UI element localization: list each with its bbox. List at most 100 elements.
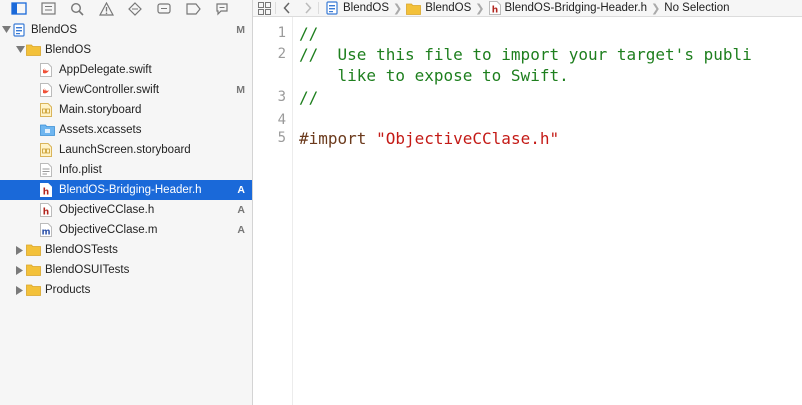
line-number: 5: [277, 130, 286, 146]
project-navigator-icon[interactable]: [10, 1, 28, 16]
navigator-item[interactable]: m ObjectiveCClase.m A: [0, 220, 252, 240]
header-file-icon: h: [40, 183, 54, 198]
svg-text:h: h: [491, 6, 497, 16]
navigator-item-label: BlendOS: [45, 44, 92, 56]
disclosure-closed-icon[interactable]: [15, 285, 25, 295]
navigator-item[interactable]: Products: [0, 280, 252, 300]
source-control-status-badge: M: [236, 84, 245, 96]
symbol-navigator-icon[interactable]: [39, 1, 57, 16]
navigator-item-label: Products: [45, 284, 91, 296]
comment-text: // Use this file to import your target's…: [299, 45, 752, 64]
line-number: 2: [277, 46, 286, 62]
related-items-icon[interactable]: [253, 1, 275, 15]
breadcrumb-label: BlendOS-Bridging-Header.h: [504, 2, 648, 14]
svg-text:h: h: [43, 208, 49, 218]
line-number: 1: [277, 25, 286, 41]
breadcrumb-separator-icon: ❯: [475, 2, 485, 15]
navigator-item-label: Info.plist: [59, 164, 102, 176]
disclosure-closed-icon[interactable]: [15, 245, 25, 255]
folder-icon: [26, 263, 41, 277]
asset-catalog-icon: [40, 123, 55, 137]
disclosure-open-icon[interactable]: [1, 25, 11, 35]
issue-navigator-icon[interactable]: [97, 1, 115, 16]
comment-text: //: [299, 24, 319, 43]
code-line[interactable]: //: [299, 88, 318, 107]
breadcrumb: BlendOS ❯ BlendOS ❯ h BlendOS-Bridging-Header…: [319, 1, 730, 15]
navigator-item-label: BlendOSTests: [45, 244, 118, 256]
breadcrumb-item[interactable]: BlendOS: [406, 2, 471, 15]
folder-icon: [26, 43, 41, 57]
file-tree: BlendOS M BlendOS AppDelegate.swift ViewCont…: [0, 20, 252, 300]
disclosure-open-icon[interactable]: [15, 45, 25, 55]
code-line[interactable]: //: [299, 24, 318, 43]
breakpoint-navigator-icon[interactable]: [184, 1, 202, 16]
breadcrumb-item[interactable]: h BlendOS-Bridging-Header.h: [488, 1, 648, 16]
breadcrumb-separator-icon: ❯: [393, 2, 403, 15]
navigator-item[interactable]: AppDelegate.swift: [0, 60, 252, 80]
disclosure-closed-icon[interactable]: [15, 265, 25, 275]
project-navigator: BlendOS M BlendOS AppDelegate.swift ViewCont…: [0, 0, 253, 405]
breadcrumb-item[interactable]: No Selection: [664, 2, 729, 14]
forward-button[interactable]: [297, 2, 319, 14]
comment-text: //: [299, 88, 319, 107]
storyboard-file-icon: [40, 143, 54, 157]
plist-file-icon: [40, 163, 54, 177]
navigator-item[interactable]: BlendOS: [0, 40, 252, 60]
source-control-status-badge: A: [237, 224, 245, 236]
test-navigator-icon[interactable]: [126, 1, 144, 16]
breadcrumb-separator-icon: ❯: [651, 2, 661, 15]
swift-file-icon: [40, 63, 54, 77]
navigator-item-label: ObjectiveCClase.m: [59, 224, 158, 236]
source-control-status-badge: A: [237, 184, 245, 196]
breadcrumb-label: BlendOS: [343, 2, 390, 14]
code-line[interactable]: #import "ObjectiveCClase.h": [299, 129, 559, 148]
project-icon: [325, 1, 339, 15]
breadcrumb-item[interactable]: BlendOS: [325, 1, 389, 15]
folder-icon: [26, 283, 41, 297]
line-number: 3: [277, 89, 286, 105]
header-file-icon: h: [488, 1, 501, 16]
code-line[interactable]: // Use this file to import your target's…: [299, 45, 752, 64]
navigator-item[interactable]: BlendOSUITests: [0, 260, 252, 280]
breadcrumb-label: BlendOS: [425, 2, 472, 14]
line-number: 4: [277, 112, 286, 128]
back-button[interactable]: [275, 2, 297, 14]
source-control-status-badge: M: [236, 24, 245, 36]
navigator-item-label: ViewController.swift: [59, 84, 160, 96]
code-line[interactable]: like to expose to Swift.: [299, 66, 569, 85]
navigator-item[interactable]: BlendOS M: [0, 20, 252, 40]
navigator-toolbar: [0, 0, 252, 17]
folder-icon: [26, 243, 41, 257]
line-number-gutter: 1 2 3 4 5: [253, 17, 293, 405]
navigator-item-label: LaunchScreen.storyboard: [59, 144, 191, 156]
navigator-item[interactable]: Info.plist: [0, 160, 252, 180]
navigator-item[interactable]: h BlendOS-Bridging-Header.h A: [0, 180, 252, 200]
import-path-string: "ObjectiveCClase.h": [376, 129, 560, 148]
header-file-icon: h: [40, 203, 54, 218]
navigator-item-label: ObjectiveCClase.h: [59, 204, 155, 216]
navigator-item[interactable]: Assets.xcassets: [0, 120, 252, 140]
svg-text:h: h: [43, 188, 49, 198]
find-navigator-icon[interactable]: [68, 1, 86, 16]
implementation-file-icon: m: [40, 223, 54, 238]
navigator-item[interactable]: h ObjectiveCClase.h A: [0, 200, 252, 220]
debug-navigator-icon[interactable]: [155, 1, 173, 16]
navigator-item-label: Assets.xcassets: [59, 124, 142, 136]
navigator-item-label: BlendOS-Bridging-Header.h: [59, 184, 202, 196]
navigator-item[interactable]: BlendOSTests: [0, 240, 252, 260]
folder-icon: [406, 2, 422, 15]
report-navigator-icon[interactable]: [213, 1, 231, 16]
navigator-item[interactable]: ViewController.swift M: [0, 80, 252, 100]
storyboard-file-icon: [40, 103, 54, 117]
svg-text:m: m: [42, 228, 51, 238]
source-editor[interactable]: 1 2 3 4 5 // // Use this file to import your …: [253, 17, 802, 405]
navigator-item-label: Main.storyboard: [59, 104, 142, 116]
project-icon: [12, 23, 26, 37]
comment-text: like to expose to Swift.: [299, 66, 569, 85]
navigator-item-label: BlendOSUITests: [45, 264, 130, 276]
navigator-item[interactable]: Main.storyboard: [0, 100, 252, 120]
source-control-status-badge: A: [237, 204, 245, 216]
navigator-item[interactable]: LaunchScreen.storyboard: [0, 140, 252, 160]
navigator-item-label: BlendOS: [31, 24, 78, 36]
jump-bar: BlendOS ❯ BlendOS ❯ h BlendOS-Bridging-Header…: [253, 0, 802, 17]
